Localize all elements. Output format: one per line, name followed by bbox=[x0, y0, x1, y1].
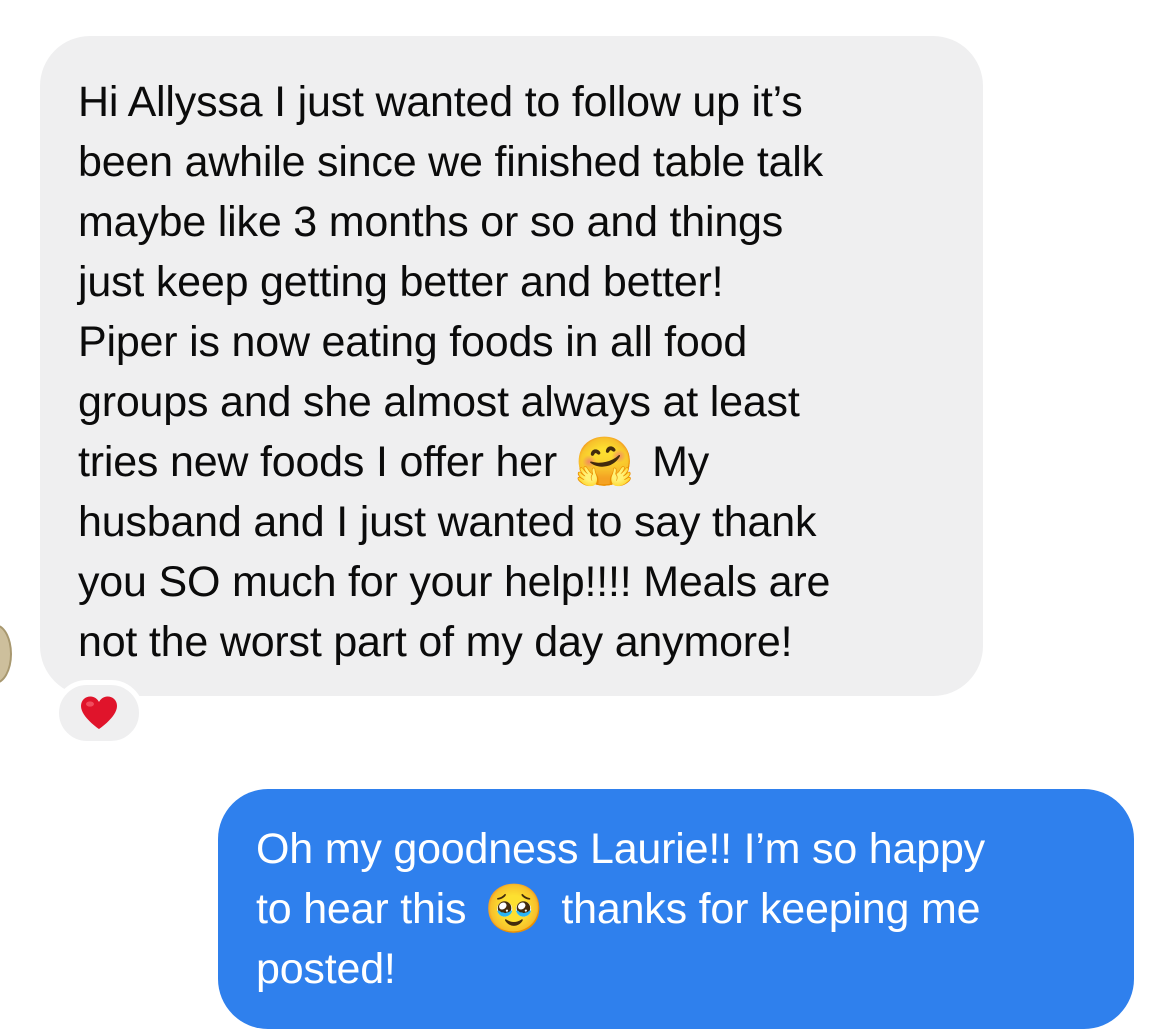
message-text-line: maybe like 3 months or so and things bbox=[78, 198, 784, 246]
message-text-line: not the worst part of my day anymore! bbox=[78, 618, 793, 666]
outgoing-message-bubble[interactable]: Oh my goodness Laurie!! I’m so happy to … bbox=[218, 789, 1134, 1029]
message-text-line: tries new foods I offer her 🤗 My bbox=[78, 432, 953, 492]
message-text-segment: My bbox=[652, 438, 710, 486]
message-text-line: Oh my goodness Laurie!! I’m so happy bbox=[256, 825, 985, 873]
message-text-segment: tries new foods I offer her bbox=[78, 438, 558, 486]
message-text-line: been awhile since we finished table talk bbox=[78, 138, 823, 186]
message-text-segment: to hear this bbox=[256, 885, 467, 933]
pleading-face-emoji-icon: 🥹 bbox=[484, 881, 544, 937]
reaction-badge[interactable] bbox=[54, 680, 144, 746]
message-text-line: Piper is now eating foods in all food bbox=[78, 318, 748, 366]
message-text-line: husband and I just wanted to say thank bbox=[78, 498, 817, 546]
message-text-line: just keep getting better and better! bbox=[78, 258, 724, 306]
heart-icon bbox=[81, 696, 117, 729]
message-text-line: Hi Allyssa I just wanted to follow up it… bbox=[78, 78, 803, 126]
incoming-message-bubble[interactable]: Hi Allyssa I just wanted to follow up it… bbox=[40, 36, 983, 696]
message-text-line: to hear this 🥹 thanks for keeping me bbox=[256, 879, 1104, 939]
message-text-line: you SO much for your help!!!! Meals are bbox=[78, 558, 831, 606]
sender-avatar[interactable] bbox=[0, 624, 12, 684]
message-text-line: groups and she almost always at least bbox=[78, 378, 800, 426]
message-text-segment: thanks for keeping me bbox=[561, 885, 981, 933]
message-text-line: posted! bbox=[256, 945, 396, 993]
hugging-face-emoji-icon: 🤗 bbox=[574, 434, 635, 490]
